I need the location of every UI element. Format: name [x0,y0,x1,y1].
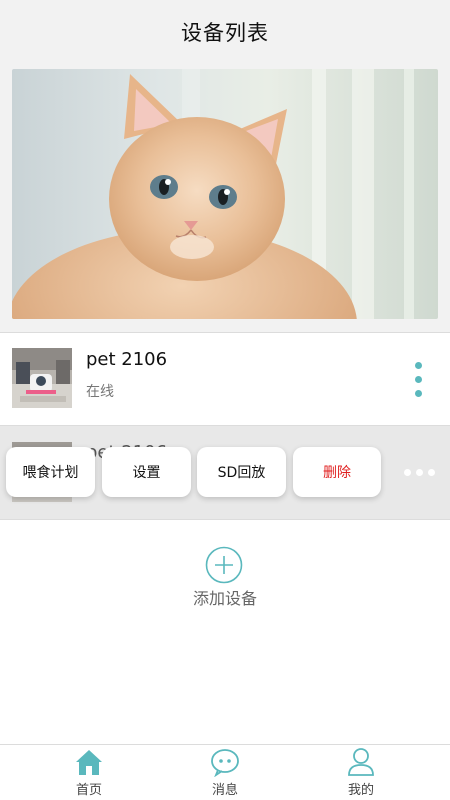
banner-area [0,64,450,332]
banner-image[interactable] [12,69,438,319]
device-name: pet 2106 [86,349,168,370]
more-options-icon[interactable] [409,360,429,400]
add-device-label: 添加设备 [192,589,257,608]
settings-button[interactable]: 设置 [102,447,191,497]
delete-button[interactable]: 删除 [293,447,381,497]
tab-profile-label: 我的 [347,783,374,798]
sd-playback-button[interactable]: SD回放 [197,447,286,497]
tab-profile[interactable]: 我的 [286,745,436,800]
tab-home-label: 首页 [75,783,102,798]
profile-icon [346,747,376,777]
add-device-button[interactable]: 添加设备 [170,543,280,613]
tab-messages[interactable]: 消息 [150,745,300,800]
add-icon [205,546,243,584]
device-status: 在线 [86,384,114,400]
message-icon [210,747,240,778]
home-icon [74,747,104,777]
device-row-expanded[interactable]: pet 2106 喂食计划 设置 SD回放 删除 [0,426,450,519]
more-icon[interactable] [404,469,436,477]
tab-home[interactable]: 首页 [14,745,164,800]
tab-messages-label: 消息 [211,783,238,798]
bottom-tab-bar: 首页 消息 我的 [0,744,450,800]
feeding-plan-button[interactable]: 喂食计划 [6,447,95,497]
device-row[interactable]: pet 2106 在线 [0,333,450,425]
page-title: 设备列表 [181,21,269,45]
app-header: 设备列表 [0,0,450,64]
divider [0,519,450,520]
device-thumbnail [12,348,72,408]
